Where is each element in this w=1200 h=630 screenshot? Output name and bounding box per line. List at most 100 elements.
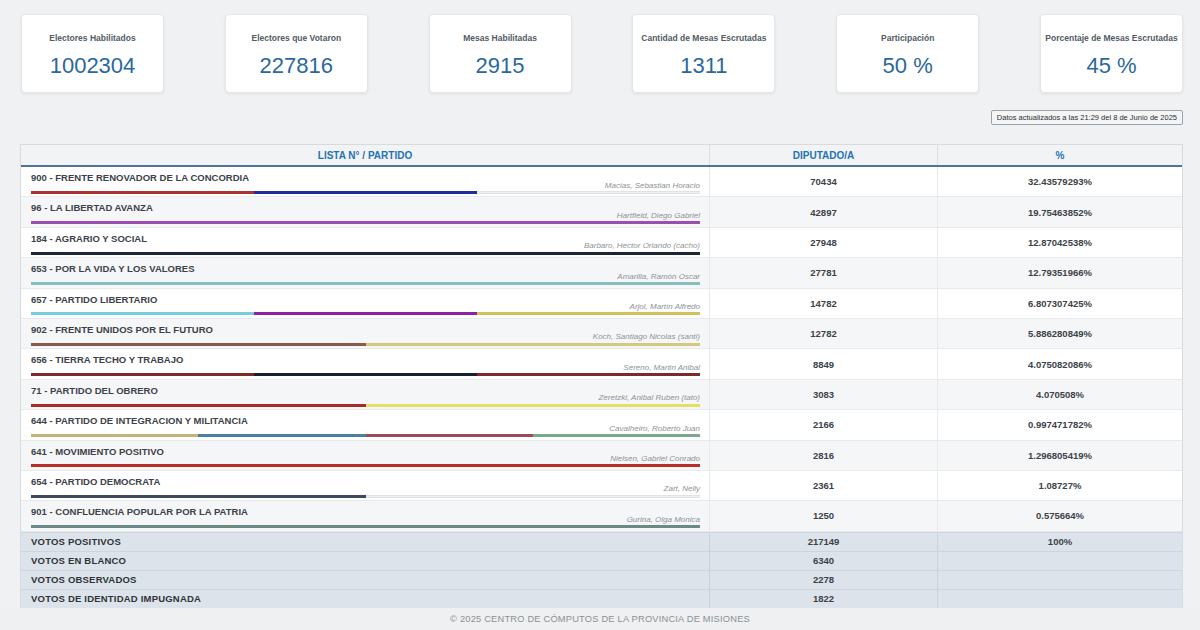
summary-label: VOTOS DE IDENTIDAD IMPUGNADA bbox=[21, 593, 709, 604]
candidate-name: Zart, Nelly bbox=[664, 484, 700, 493]
party-color-bar bbox=[31, 252, 700, 255]
table-row: 641 - MOVIMIENTO POSITIVO Nielsen, Gabri… bbox=[21, 441, 1182, 471]
party-color-bar bbox=[31, 434, 700, 437]
party-color-bar bbox=[31, 525, 700, 528]
candidate-name: Koch, Santiago Nicolas (santi) bbox=[593, 332, 700, 341]
stat-cards: Electores Habilitados 1002304 Electores … bbox=[21, 14, 1183, 93]
party-name: 653 - POR LA VIDA Y LOS VALORES bbox=[31, 263, 194, 274]
party-name: 900 - FRENTE RENOVADOR DE LA CONCORDIA bbox=[31, 172, 249, 183]
stat-card-value: 45 % bbox=[1041, 53, 1182, 79]
percent-cell: 19.75463852% bbox=[937, 197, 1182, 226]
votes-cell: 12782 bbox=[709, 319, 937, 348]
candidate-name: Arjol, Martín Alfredo bbox=[630, 302, 700, 311]
candidate-name: Sereno, Martin Anibal bbox=[623, 363, 700, 372]
stat-card-value: 1002304 bbox=[22, 53, 163, 79]
votes-cell: 27948 bbox=[709, 228, 937, 257]
party-name: 641 - MOVIMIENTO POSITIVO bbox=[31, 446, 164, 457]
party-color-bar bbox=[31, 495, 700, 498]
table-header: LISTA N° / PARTIDO DIPUTADO/A % bbox=[21, 145, 1182, 167]
footer-text: © 2025 CENTRO DE CÓMPUTOS DE LA PROVINCI… bbox=[0, 608, 1200, 630]
table-row: 901 - CONFLUENCIA POPULAR POR LA PATRIA … bbox=[21, 501, 1182, 531]
stat-card-label: Cantidad de Mesas Escrutadas bbox=[633, 33, 774, 43]
party-name: 657 - PARTIDO LIBERTARIO bbox=[31, 294, 157, 305]
candidate-name: Zeretzki, Anibal Ruben (tato) bbox=[598, 393, 700, 402]
stat-card-value: 50 % bbox=[837, 53, 978, 79]
party-name: 902 - FRENTE UNIDOS POR EL FUTURO bbox=[31, 324, 213, 335]
party-name: 656 - TIERRA TECHO Y TRABAJO bbox=[31, 354, 183, 365]
party-name: 901 - CONFLUENCIA POPULAR POR LA PATRIA bbox=[31, 506, 248, 517]
stat-card: Electores Habilitados 1002304 bbox=[21, 14, 164, 93]
stat-card-value: 227816 bbox=[226, 53, 367, 79]
summary-row: VOTOS EN BLANCO 6340 bbox=[21, 551, 1182, 570]
table-row: 654 - PARTIDO DEMOCRATA Zart, Nelly 2361… bbox=[21, 471, 1182, 501]
percent-cell: 4.070508% bbox=[937, 380, 1182, 409]
votes-cell: 2816 bbox=[709, 441, 937, 470]
candidate-name: Nielsen, Gabriel Conrado bbox=[610, 454, 700, 463]
votes-cell: 3083 bbox=[709, 380, 937, 409]
summary-votes-cell: 2278 bbox=[709, 571, 937, 589]
column-header-percent: % bbox=[937, 145, 1182, 165]
stat-card: Electores que Votaron 227816 bbox=[225, 14, 368, 93]
results-table: LISTA N° / PARTIDO DIPUTADO/A % 900 - FR… bbox=[20, 144, 1183, 610]
candidate-name: Barbaro, Hector Orlando (cacho) bbox=[584, 241, 700, 250]
percent-cell: 4.075082086% bbox=[937, 349, 1182, 378]
table-row: 653 - POR LA VIDA Y LOS VALORES Amarilla… bbox=[21, 258, 1182, 288]
party-name: 71 - PARTIDO DEL OBRERO bbox=[31, 385, 158, 396]
party-name: 644 - PARTIDO DE INTEGRACION Y MILITANCI… bbox=[31, 415, 248, 426]
column-header-diputado: DIPUTADO/A bbox=[709, 145, 937, 165]
table-row: 184 - AGRARIO Y SOCIAL Barbaro, Hector O… bbox=[21, 228, 1182, 258]
stat-card: Participación 50 % bbox=[836, 14, 979, 93]
summary-row: VOTOS OBSERVADOS 2278 bbox=[21, 570, 1182, 589]
table-row: 96 - LA LIBERTAD AVANZA Hartfield, Diego… bbox=[21, 197, 1182, 227]
summary-percent-cell bbox=[937, 571, 1182, 589]
stat-card-value: 2915 bbox=[430, 53, 571, 79]
party-name: 654 - PARTIDO DEMOCRATA bbox=[31, 476, 160, 487]
party-color-bar bbox=[31, 464, 700, 467]
summary-row: VOTOS POSITIVOS 217149 100% bbox=[21, 532, 1182, 551]
candidate-name: Cavalheiro, Roberto Juan bbox=[609, 424, 700, 433]
stat-card-label: Electores que Votaron bbox=[226, 33, 367, 43]
party-color-bar bbox=[31, 373, 700, 376]
summary-label: VOTOS POSITIVOS bbox=[21, 536, 709, 547]
votes-cell: 27781 bbox=[709, 258, 937, 287]
votes-cell: 2166 bbox=[709, 410, 937, 439]
summary-votes-cell: 6340 bbox=[709, 552, 937, 570]
table-row: 656 - TIERRA TECHO Y TRABAJO Sereno, Mar… bbox=[21, 349, 1182, 379]
summary-label: VOTOS EN BLANCO bbox=[21, 555, 709, 566]
table-row: 71 - PARTIDO DEL OBRERO Zeretzki, Anibal… bbox=[21, 380, 1182, 410]
summary-label: VOTOS OBSERVADOS bbox=[21, 574, 709, 585]
candidate-name: Macias, Sebastian Horacio bbox=[605, 181, 700, 190]
table-row: 644 - PARTIDO DE INTEGRACION Y MILITANCI… bbox=[21, 410, 1182, 440]
party-color-bar bbox=[31, 312, 700, 315]
candidate-name: Hartfield, Diego Gabriel bbox=[617, 211, 700, 220]
stat-card-label: Electores Habilitados bbox=[22, 33, 163, 43]
votes-cell: 14782 bbox=[709, 289, 937, 318]
party-color-bar bbox=[31, 282, 700, 285]
votes-cell: 8849 bbox=[709, 349, 937, 378]
summary-row: VOTOS DE IDENTIDAD IMPUGNADA 1822 bbox=[21, 589, 1182, 608]
percent-cell: 32.43579293% bbox=[937, 167, 1182, 196]
percent-cell: 1.08727% bbox=[937, 471, 1182, 500]
stat-card-label: Mesas Habilitadas bbox=[430, 33, 571, 43]
stat-card-label: Porcentaje de Mesas Escrutadas bbox=[1041, 33, 1182, 43]
percent-cell: 1.296805419% bbox=[937, 441, 1182, 470]
percent-cell: 5.886280849% bbox=[937, 319, 1182, 348]
update-note: Datos actualizados a las 21:29 del 8 de … bbox=[991, 110, 1183, 125]
percent-cell: 12.87042538% bbox=[937, 228, 1182, 257]
votes-cell: 1250 bbox=[709, 501, 937, 530]
percent-cell: 12.79351966% bbox=[937, 258, 1182, 287]
table-row: 902 - FRENTE UNIDOS POR EL FUTURO Koch, … bbox=[21, 319, 1182, 349]
candidate-name: Gurina, Olga Monica bbox=[627, 515, 700, 524]
stat-card-value: 1311 bbox=[633, 53, 774, 79]
summary-percent-cell bbox=[937, 552, 1182, 570]
percent-cell: 6.807307425% bbox=[937, 289, 1182, 318]
percent-cell: 0.997471782% bbox=[937, 410, 1182, 439]
party-color-bar bbox=[31, 343, 700, 346]
party-color-bar bbox=[31, 221, 700, 224]
summary-votes-cell: 217149 bbox=[709, 533, 937, 551]
table-row: 657 - PARTIDO LIBERTARIO Arjol, Martín A… bbox=[21, 289, 1182, 319]
party-color-bar bbox=[31, 191, 700, 194]
votes-cell: 42897 bbox=[709, 197, 937, 226]
candidate-name: Amarilla, Ramón Oscar bbox=[617, 272, 700, 281]
column-header-partido: LISTA N° / PARTIDO bbox=[21, 150, 709, 161]
